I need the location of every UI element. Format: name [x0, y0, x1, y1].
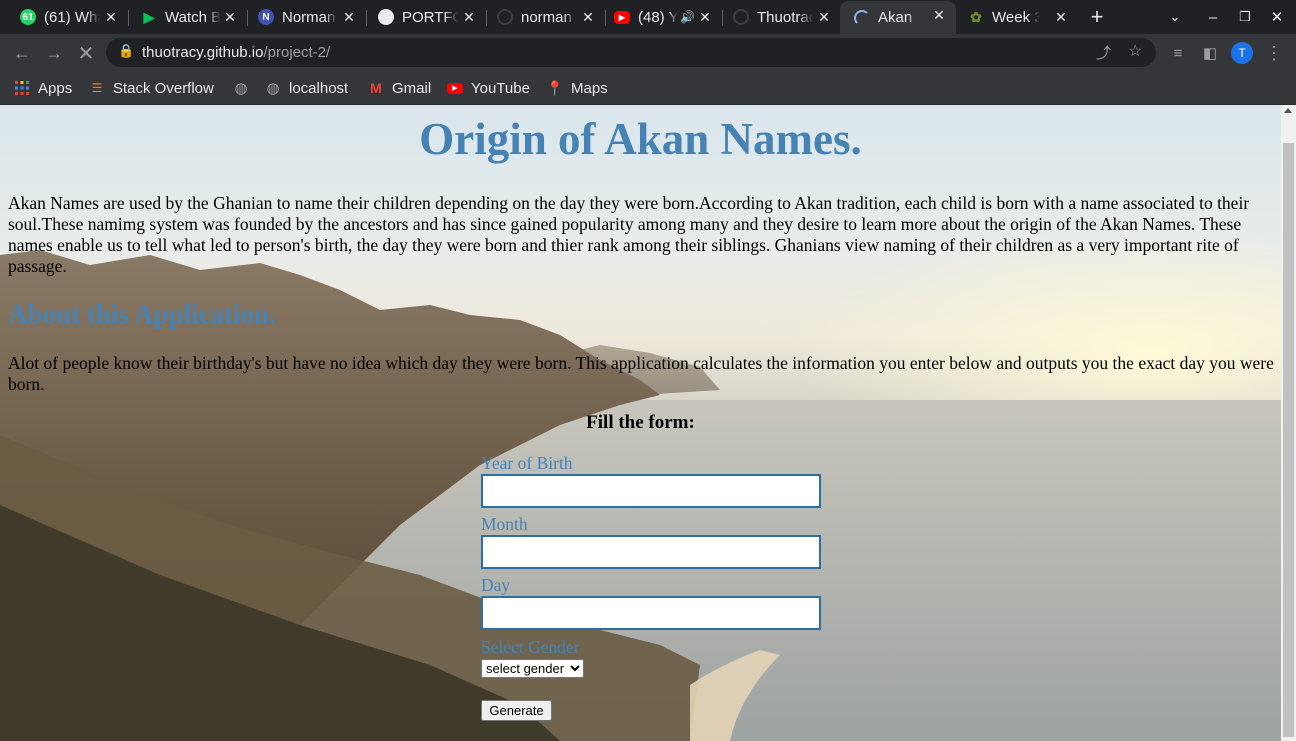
- back-arrow-icon[interactable]: ←: [10, 41, 34, 65]
- n-logo-icon: N: [258, 9, 274, 25]
- scrollbar-thumb[interactable]: [1283, 143, 1294, 737]
- forward-arrow-icon[interactable]: →: [42, 41, 66, 65]
- url-text[interactable]: thuotracy.github.io/project-2/: [142, 44, 330, 61]
- scroll-up-arrow-icon[interactable]: [1284, 108, 1292, 113]
- intro-paragraph: Akan Names are used by the Ghanian to na…: [8, 193, 1250, 276]
- speaker-icon[interactable]: 🔊: [680, 10, 695, 24]
- about-paragraph: Alot of people know their birthday's but…: [8, 353, 1274, 394]
- kebab-menu-icon[interactable]: ⋮: [1262, 41, 1286, 65]
- tab-title: Akan Names: [878, 9, 918, 26]
- globe-icon: ◍: [266, 80, 280, 97]
- tab-watch[interactable]: ▶ Watch Blacklist ✕: [121, 3, 247, 31]
- new-tab-plus-icon[interactable]: +: [1086, 4, 1108, 29]
- month-label: Month: [481, 514, 528, 534]
- tab-whatsapp[interactable]: 61 (61) WhatsApp ✕: [0, 3, 128, 31]
- year-of-birth-input[interactable]: [481, 474, 821, 508]
- tab-title: Watch Blacklist: [165, 8, 221, 26]
- month-input[interactable]: [481, 535, 821, 569]
- tab-github-thuotracy[interactable]: Thuotracy ✕: [713, 3, 841, 31]
- bookmark-localhost[interactable]: ◍ localhost: [265, 78, 348, 98]
- tab-title: Thuotracy: [757, 8, 813, 26]
- page-viewport: Origin of Akan Names. Akan Names are use…: [0, 105, 1281, 741]
- bookmarks-bar: Apps ☰ Stack Overflow ◍ ◍ localhost M Gm…: [0, 71, 1296, 105]
- address-bar[interactable]: 🔒 thuotracy.github.io/project-2/ ⤴ ☆: [106, 38, 1156, 67]
- tab-akan-names[interactable]: Akan Names ✕: [840, 1, 956, 34]
- bookmark-label: Maps: [571, 79, 608, 97]
- tab-week3[interactable]: ✿ Week 3 ✕: [956, 3, 1078, 31]
- page-content: Origin of Akan Names. Akan Names are use…: [0, 105, 1281, 741]
- stop-loading-icon[interactable]: ✕: [74, 41, 98, 65]
- globe-icon: ◍: [234, 80, 248, 97]
- gender-label: Select Gender: [481, 637, 580, 657]
- day-label: Day: [481, 575, 511, 595]
- bookmark-star-icon[interactable]: ☆: [1128, 41, 1142, 61]
- play-icon: ▶: [143, 8, 155, 25]
- bookmark-label: localhost: [289, 79, 349, 97]
- restore-window-icon[interactable]: ❐: [1234, 6, 1256, 28]
- year-of-birth-label: Year of Birth: [481, 453, 573, 473]
- github-icon: [733, 9, 749, 25]
- lock-icon[interactable]: 🔒: [118, 43, 134, 59]
- close-tab-icon[interactable]: ✕: [460, 8, 478, 26]
- gender-select[interactable]: select gender: [481, 659, 584, 678]
- page-scrollbar[interactable]: [1281, 105, 1296, 741]
- tab-strip: 61 (61) WhatsApp ✕ ▶ Watch Blacklist ✕ N…: [0, 0, 1296, 34]
- tab-title: norman: [521, 8, 572, 26]
- browser-toolbar: ← → ✕ 🔒 thuotracy.github.io/project-2/ ⤴…: [0, 34, 1296, 71]
- plant-icon: ✿: [970, 8, 982, 25]
- close-tab-icon[interactable]: ✕: [340, 8, 358, 26]
- bookmark-gmail[interactable]: M Gmail: [368, 78, 431, 98]
- bookmark-label: Stack Overflow: [113, 79, 214, 97]
- tab-github-norman[interactable]: norman ✕: [477, 3, 605, 31]
- bookmark-youtube[interactable]: ▶ YouTube: [447, 78, 530, 98]
- tab-search-chevron-down-icon[interactable]: ⌄: [1164, 6, 1186, 28]
- close-tab-icon[interactable]: ✕: [930, 6, 948, 24]
- profile-avatar[interactable]: T: [1231, 42, 1253, 64]
- apps-grid-icon: [14, 80, 30, 96]
- url-path: /project-2/: [263, 44, 331, 61]
- media-queue-icon[interactable]: ≡: [1166, 41, 1190, 65]
- tab-title: (61) WhatsApp: [44, 8, 100, 26]
- close-window-icon[interactable]: ✕: [1266, 6, 1288, 28]
- youtube-icon: ▶: [614, 10, 630, 24]
- close-tab-icon[interactable]: ✕: [102, 8, 120, 26]
- tab-norman[interactable]: N Norman ✕: [238, 3, 366, 31]
- bookmark-stackoverflow[interactable]: ☰ Stack Overflow: [89, 78, 214, 98]
- page-title: Origin of Akan Names.: [419, 114, 862, 164]
- bookmark-label: YouTube: [471, 79, 530, 97]
- bookmark-label: Apps: [38, 79, 73, 97]
- close-tab-icon[interactable]: ✕: [1052, 8, 1070, 26]
- gmail-icon: M: [370, 80, 382, 96]
- stackoverflow-icon: ☰: [91, 81, 103, 95]
- generate-button[interactable]: Generate: [481, 700, 552, 721]
- tab-title: Norman: [282, 8, 336, 26]
- share-icon[interactable]: ⤴: [1096, 42, 1111, 63]
- bookmark-apps[interactable]: Apps: [14, 78, 72, 98]
- globe-icon: [378, 9, 394, 25]
- close-tab-icon[interactable]: ✕: [815, 8, 833, 26]
- about-heading: About this Application.: [8, 299, 276, 329]
- whatsapp-icon: 61: [20, 9, 36, 25]
- youtube-icon: ▶: [447, 80, 463, 96]
- day-input[interactable]: [481, 596, 821, 630]
- tab-youtube[interactable]: ▶ (48) YouTube 🔊 ✕: [594, 3, 722, 31]
- tab-title: PORTFOLIO: [402, 8, 458, 26]
- side-panel-icon[interactable]: ◧: [1198, 41, 1222, 65]
- loading-spinner-icon: [854, 9, 870, 26]
- github-icon: [497, 9, 513, 25]
- bookmark-label: Gmail: [392, 79, 432, 97]
- minimize-icon[interactable]: –: [1202, 6, 1224, 28]
- bookmark-globe[interactable]: ◍: [233, 78, 257, 98]
- maps-pin-icon: 📍: [546, 79, 564, 96]
- tab-title: Week 3: [992, 8, 1040, 26]
- url-host: thuotracy.github.io: [142, 44, 264, 61]
- tab-title: (48) YouTube: [638, 8, 678, 26]
- form-heading: Fill the form:: [586, 412, 695, 433]
- tab-portfolio[interactable]: PORTFOLIO ✕: [358, 3, 486, 31]
- bookmark-maps[interactable]: 📍 Maps: [546, 78, 608, 98]
- close-tab-icon[interactable]: ✕: [221, 8, 239, 26]
- close-tab-icon[interactable]: ✕: [696, 8, 714, 26]
